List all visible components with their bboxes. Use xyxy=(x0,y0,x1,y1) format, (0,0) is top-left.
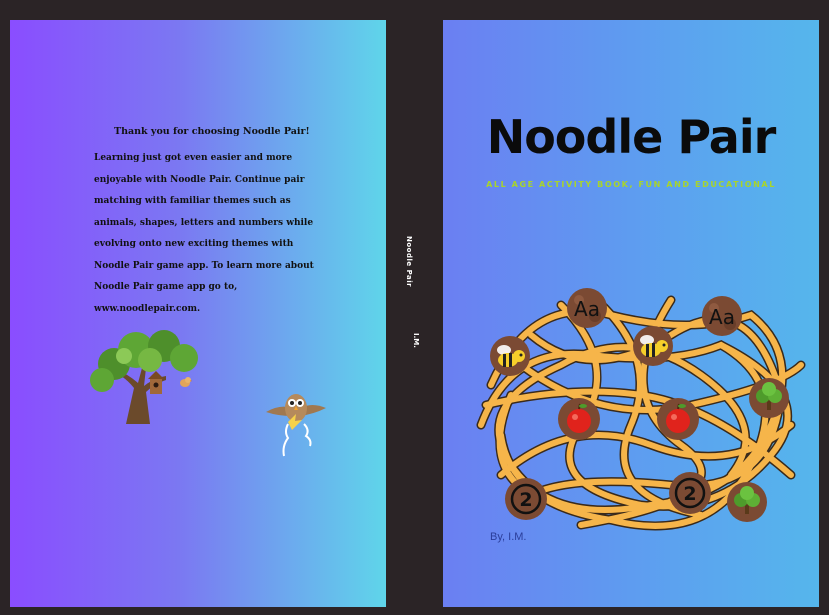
bee-icon xyxy=(490,336,530,376)
cover-title: Noodle Pair xyxy=(486,110,777,164)
meatball-letter-icon: Aa xyxy=(567,288,607,328)
meatball-number-label: 2 xyxy=(683,483,696,505)
apple-icon xyxy=(657,398,699,440)
apple-icon xyxy=(558,398,600,440)
bee-icon xyxy=(633,326,673,366)
flying-owl-icon xyxy=(266,394,326,457)
spine-title: Noodle Pair xyxy=(405,236,413,288)
tree-icon xyxy=(749,378,789,418)
cover-byline: By, I.M. xyxy=(490,531,527,543)
meatball-number-icon: 2 xyxy=(505,478,547,520)
meatball-number-label: 2 xyxy=(519,489,532,511)
meatball-letter-icon: Aa xyxy=(702,296,742,336)
meatball-number-icon: 2 xyxy=(669,472,711,514)
tree-icon xyxy=(727,482,767,522)
front-cover: Noodle Pair ALL AGE ACTIVITY BOOK, FUN A… xyxy=(443,20,819,607)
meatball-letter-label: Aa xyxy=(709,305,735,329)
back-cover-heading: Thank you for choosing Noodle Pair! xyxy=(114,126,310,137)
meatball-letter-label: Aa xyxy=(574,297,600,321)
back-cover-description: Learning just got even easier and more e… xyxy=(94,153,314,314)
spine-author: I.M. xyxy=(412,333,420,348)
small-bird-icon xyxy=(180,377,192,387)
cover-subtitle: ALL AGE ACTIVITY BOOK, FUN AND EDUCATION… xyxy=(486,180,776,189)
